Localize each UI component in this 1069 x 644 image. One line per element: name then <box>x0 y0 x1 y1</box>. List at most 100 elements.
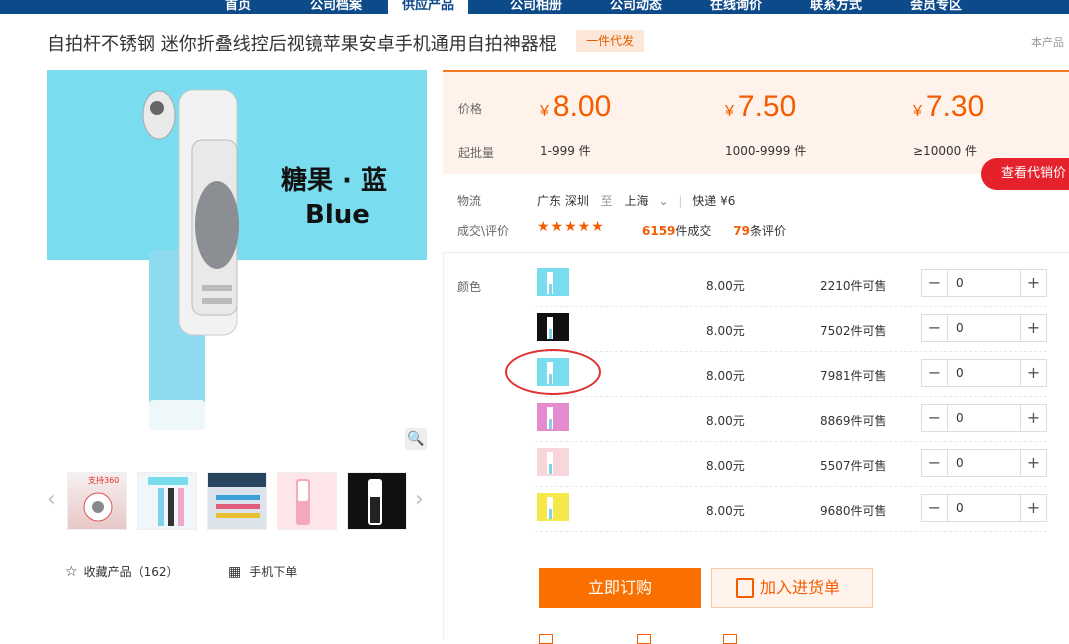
quantity-stepper: −0 + <box>921 359 1047 387</box>
quantity-input[interactable]: 0 <box>956 276 964 290</box>
quantity-input[interactable]: 0 <box>956 456 964 470</box>
thumbnail-3[interactable] <box>207 472 267 530</box>
decrement-button[interactable]: − <box>922 450 948 476</box>
color-swatch[interactable] <box>537 268 569 296</box>
product-title: 自拍杆不锈钢 迷你折叠线控后视镜苹果安卓手机通用自拍神器棍 <box>47 34 557 55</box>
sku-price: 8.00元 <box>706 369 745 383</box>
divider: | <box>678 194 683 208</box>
star-outline-icon: ☆ <box>65 564 78 580</box>
decrement-button[interactable]: − <box>922 360 948 386</box>
thumbnail-2[interactable] <box>137 472 197 530</box>
nav-members[interactable]: 会员专区 <box>910 0 962 13</box>
increment-button[interactable]: + <box>1020 450 1046 476</box>
tier-price-3: ¥7.30 <box>913 90 985 123</box>
decrement-button[interactable]: − <box>922 270 948 296</box>
sku-stock: 5507件可售 <box>820 459 887 473</box>
mobile-order-link[interactable]: ▦ 手机下单 <box>228 563 297 580</box>
min-qty-label: 起批量 <box>458 146 495 160</box>
rating-stars-icon: ★★★★★ <box>537 219 605 235</box>
zoom-icon[interactable]: 🔍 <box>405 428 427 450</box>
increment-button[interactable]: + <box>1020 360 1046 386</box>
nav-news[interactable]: 公司动态 <box>610 0 662 13</box>
deals-count: 6159 <box>642 224 676 238</box>
divider-line <box>443 252 1069 253</box>
share-icon[interactable] <box>539 634 553 644</box>
sku-stock: 7502件可售 <box>820 324 887 338</box>
report-icon[interactable] <box>723 634 737 644</box>
decrement-button[interactable]: − <box>922 315 948 341</box>
message-icon[interactable] <box>637 634 651 644</box>
thumbnail-1[interactable]: 支持360 <box>67 472 127 530</box>
reviews-label: 成交\评价 <box>457 224 510 238</box>
thumbnail-4[interactable] <box>277 472 337 530</box>
sku-stock: 7981件可售 <box>820 369 887 383</box>
thumbnail-5[interactable] <box>347 472 407 530</box>
top-navigation: 首页 公司档案 供应产品 公司相册 公司动态 在线询价 联系方式 会员专区 <box>0 0 1069 14</box>
quantity-stepper: −0 + <box>921 269 1047 297</box>
quantity-input[interactable]: 0 <box>956 321 964 335</box>
quantity-input[interactable]: 0 <box>956 501 964 515</box>
tier-price-1: ¥8.00 <box>540 90 612 123</box>
logistics-method: 快递 ¥6 <box>692 194 736 208</box>
tier-range-1: 1-999 件 <box>540 144 591 158</box>
review-suffix[interactable]: 条评价 <box>750 224 786 238</box>
tier-range-3: ≥10000 件 <box>913 144 978 158</box>
agent-price-button[interactable]: 查看代销价 <box>981 158 1069 190</box>
quantity-input[interactable]: 0 <box>956 411 964 425</box>
increment-button[interactable]: + <box>1020 315 1046 341</box>
nav-album[interactable]: 公司相册 <box>510 0 562 13</box>
review-count[interactable]: 79 <box>733 224 750 238</box>
decrement-button[interactable]: − <box>922 405 948 431</box>
nav-company-profile[interactable]: 公司档案 <box>310 0 362 13</box>
chevron-left-icon[interactable]: ‹ <box>47 487 56 512</box>
nav-home[interactable]: 首页 <box>225 0 251 13</box>
deals-suffix: 件成交 <box>675 224 712 238</box>
color-swatch[interactable] <box>537 448 569 476</box>
image-caption-cn: 糖果 · 蓝 <box>281 166 387 196</box>
increment-button[interactable]: + <box>1020 495 1046 521</box>
decrement-button[interactable]: − <box>922 495 948 521</box>
sku-stock: 2210件可售 <box>820 279 887 293</box>
chevron-right-icon[interactable]: › <box>415 487 424 512</box>
sku-row: 8.00元 7502件可售 −0 + <box>535 307 1047 352</box>
color-label: 颜色 <box>457 280 482 294</box>
quantity-stepper: −0 + <box>921 449 1047 477</box>
thumbnail-strip: ‹ 支持360 › <box>47 470 427 530</box>
selfie-stick-illustration <box>142 89 239 430</box>
sku-row: 8.00元 7981件可售 −0 + <box>535 352 1047 397</box>
clipboard-icon <box>736 578 754 598</box>
sku-price: 8.00元 <box>706 459 745 473</box>
highlight-circle <box>505 349 601 395</box>
add-to-cart-button[interactable]: 加入进货单 <box>711 568 873 608</box>
sku-price: 8.00元 <box>706 504 745 518</box>
sku-stock: 8869件可售 <box>820 414 887 428</box>
product-note: 本产品 <box>1031 36 1064 49</box>
color-swatch[interactable] <box>537 493 569 521</box>
sku-row: 8.00元 5507件可售 −0 + <box>535 442 1047 487</box>
logistics-from: 广东 深圳 <box>537 194 589 208</box>
main-product-image[interactable]: 糖果 · 蓝 Blue <box>47 70 427 450</box>
sku-price: 8.00元 <box>706 414 745 428</box>
buy-now-button[interactable]: 立即订购 <box>539 568 701 608</box>
quantity-stepper: −0 + <box>921 314 1047 342</box>
logistics-to-word: 至 <box>600 194 613 208</box>
quantity-stepper: −0 + <box>921 494 1047 522</box>
logistics-destination-select[interactable]: 上海 ⌄ <box>625 194 669 208</box>
increment-button[interactable]: + <box>1020 270 1046 296</box>
quantity-input[interactable]: 0 <box>956 366 964 380</box>
logistics-info: 广东 深圳 至 上海 ⌄ | 快递 ¥6 <box>537 192 735 209</box>
mobile-order-label: 手机下单 <box>249 565 298 579</box>
color-swatch[interactable] <box>537 313 569 341</box>
quantity-stepper: −0 + <box>921 404 1047 432</box>
increment-button[interactable]: + <box>1020 405 1046 431</box>
tier-range-2: 1000-9999 件 <box>725 144 807 158</box>
add-to-cart-label: 加入进货单 <box>760 578 841 597</box>
nav-inquiry[interactable]: 在线询价 <box>710 0 762 13</box>
sku-row: 8.00元 8869件可售 −0 + <box>535 397 1047 442</box>
nav-contact[interactable]: 联系方式 <box>810 0 862 13</box>
color-swatch[interactable] <box>537 403 569 431</box>
favorite-link[interactable]: ☆ 收藏产品（162） <box>65 563 178 580</box>
favorite-label: 收藏产品（162） <box>83 565 179 579</box>
nav-products[interactable]: 供应产品 <box>388 0 469 14</box>
tier-price-2: ¥7.50 <box>725 90 797 123</box>
